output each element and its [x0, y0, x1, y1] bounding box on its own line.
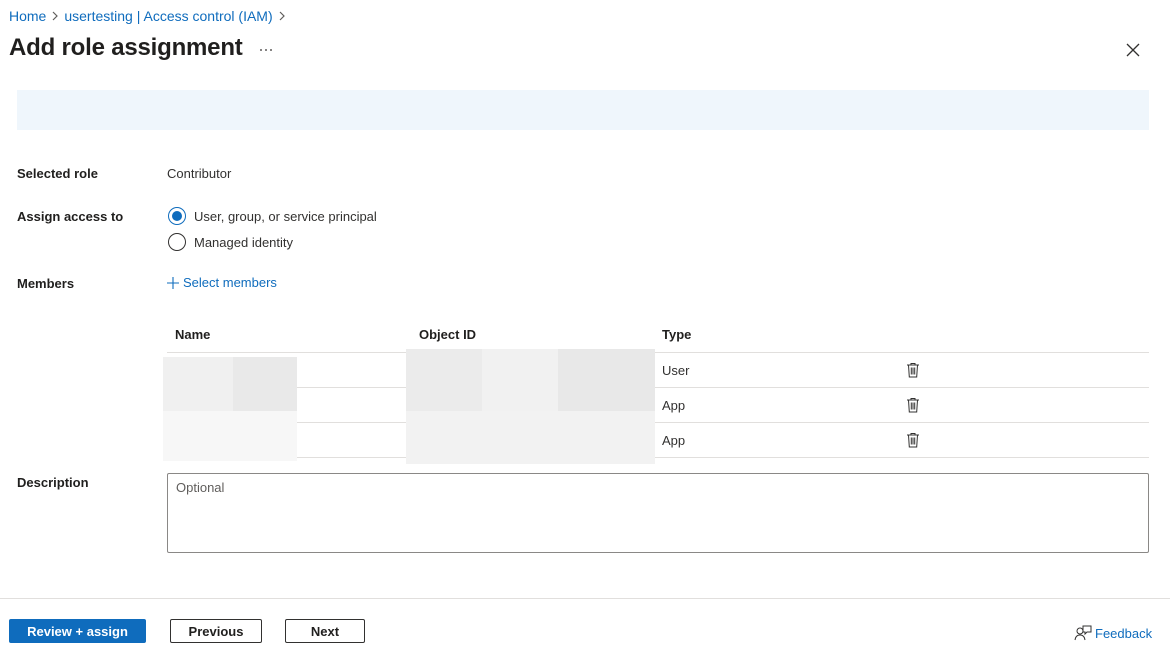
table-row-type: App — [662, 398, 686, 413]
description-label: Description — [17, 475, 89, 490]
radio-user-group-sp[interactable]: User, group, or service principal — [168, 207, 377, 225]
radio-label: User, group, or service principal — [194, 208, 377, 224]
close-icon — [1126, 43, 1140, 57]
breadcrumb-home-link[interactable]: Home — [9, 8, 46, 24]
next-button[interactable]: Next — [285, 619, 365, 643]
more-options-button[interactable] — [256, 40, 276, 60]
table-row-type: App — [662, 433, 686, 448]
table-divider — [167, 387, 1149, 388]
redacted-object-id — [482, 349, 558, 411]
members-label: Members — [17, 276, 75, 291]
description-textarea[interactable] — [167, 473, 1149, 553]
breadcrumb: Home usertesting | Access control (IAM) — [9, 8, 291, 24]
column-header-type: Type — [662, 327, 692, 342]
assign-access-label: Assign access to — [17, 209, 124, 224]
radio-managed-identity[interactable]: Managed identity — [168, 233, 293, 251]
radio-button-unchecked[interactable] — [168, 233, 186, 251]
select-members-link[interactable]: Select members — [166, 275, 277, 290]
close-button[interactable] — [1123, 40, 1143, 60]
redacted-object-id — [558, 349, 655, 411]
table-divider — [167, 422, 1149, 423]
plus-icon — [166, 276, 180, 290]
chevron-right-icon — [273, 8, 291, 24]
redacted-object-id — [406, 411, 655, 464]
redacted-name — [233, 357, 297, 411]
redacted-object-id — [406, 349, 482, 411]
delete-member-button[interactable] — [905, 431, 921, 449]
footer-divider — [0, 598, 1170, 599]
info-banner — [17, 90, 1149, 130]
trash-icon — [907, 398, 919, 413]
previous-button[interactable]: Previous — [170, 619, 262, 643]
delete-member-button[interactable] — [905, 396, 921, 414]
chevron-right-icon — [46, 8, 64, 24]
column-header-name: Name — [175, 327, 211, 342]
feedback-link[interactable]: Feedback — [1074, 624, 1152, 642]
table-divider — [167, 457, 1149, 458]
column-header-object-id: Object ID — [419, 327, 477, 342]
selected-role-label: Selected role — [17, 166, 98, 181]
selected-role-value: Contributor — [167, 166, 232, 181]
feedback-icon — [1074, 624, 1092, 642]
trash-icon — [907, 363, 919, 378]
delete-member-button[interactable] — [905, 361, 921, 379]
table-row-type: User — [662, 363, 690, 378]
redacted-name — [163, 357, 233, 411]
radio-button-checked[interactable] — [168, 207, 186, 225]
select-members-label: Select members — [183, 275, 277, 290]
ellipsis-icon — [260, 49, 272, 51]
feedback-label: Feedback — [1095, 625, 1153, 641]
review-assign-button[interactable]: Review + assign — [9, 619, 146, 643]
page-title: Add role assignment — [9, 34, 243, 61]
table-divider — [167, 352, 1149, 353]
redacted-name — [163, 411, 297, 461]
radio-label: Managed identity — [194, 234, 294, 250]
trash-icon — [907, 433, 919, 448]
breadcrumb-iam-link[interactable]: usertesting | Access control (IAM) — [64, 8, 272, 24]
